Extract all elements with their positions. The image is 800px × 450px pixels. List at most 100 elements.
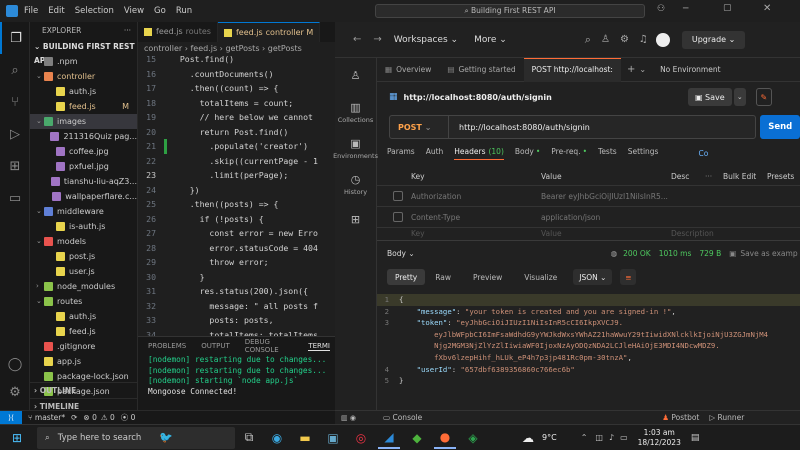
warning-count[interactable]: 0 (110, 413, 115, 422)
code-line[interactable]: 33 posts: posts, (138, 313, 335, 328)
req-tab-settings[interactable]: Settings (628, 147, 659, 159)
edit-icon[interactable]: ✎ (755, 88, 772, 106)
more-menu[interactable]: More ⌄ (474, 35, 507, 45)
invite-icon[interactable]: ♙ (601, 34, 610, 45)
view-pretty[interactable]: Pretty (387, 269, 426, 285)
file-item[interactable]: .gitignore (30, 339, 137, 354)
save-dropdown-icon[interactable]: ⌄ (733, 88, 746, 106)
code-lines[interactable]: 15 Post.find() 16 .countDocuments() 17 .th… (138, 52, 335, 336)
runner-button[interactable]: Runner (718, 413, 745, 422)
save-response-icon[interactable]: ▣ (729, 249, 736, 258)
mongodb-icon[interactable]: ◆ (406, 427, 428, 449)
maximize-icon[interactable]: ▢ (723, 3, 732, 13)
store-icon[interactable]: ▣ (322, 427, 344, 449)
copilot-icon[interactable]: ⚇ (657, 4, 665, 14)
windows-start-icon[interactable]: ⊞ (6, 427, 28, 449)
breadcrumb-item[interactable]: getPosts (268, 44, 302, 53)
task-view-icon[interactable]: ⧉ (238, 427, 260, 449)
menu-edit[interactable]: Edit (48, 6, 64, 16)
console-button[interactable]: Console (392, 413, 422, 422)
sidebar-apps[interactable]: ⊞ (335, 202, 376, 238)
taskbar-search[interactable]: ⌕ Type here to search 🐦 (37, 426, 235, 449)
row-checkbox[interactable] (393, 212, 403, 222)
value-placeholder[interactable]: Value (541, 228, 671, 238)
sidebar-environments[interactable]: ▣ Environments (333, 130, 378, 166)
tab-problems[interactable]: PROBLEMS (148, 342, 186, 350)
desc-placeholder[interactable]: Description (671, 228, 714, 238)
source-control-icon[interactable]: ⑂ (0, 86, 30, 118)
menu-file[interactable]: File (24, 6, 38, 16)
git-branch[interactable]: master* (35, 413, 65, 422)
view-raw[interactable]: Raw (435, 273, 451, 282)
file-item[interactable]: is-auth.js (30, 219, 137, 234)
menu-view[interactable]: View (124, 6, 144, 16)
format-select[interactable]: JSON ⌄ (573, 269, 613, 285)
code-line[interactable]: 34 totalItems: totalItems (138, 328, 335, 337)
req-tab-auth[interactable]: Auth (426, 147, 444, 159)
file-item[interactable]: feed.js (30, 324, 137, 339)
file-item[interactable]: user.js (30, 264, 137, 279)
edge-icon[interactable]: ◉ (266, 427, 288, 449)
row-checkbox[interactable] (393, 191, 403, 201)
folder-item[interactable]: ⌄ models (30, 234, 137, 249)
response-body-select[interactable]: Body ⌄ (387, 249, 415, 258)
settings-icon[interactable]: ⚙ (620, 34, 629, 45)
req-tab-params[interactable]: Params (387, 147, 415, 159)
code-line[interactable]: 26 if (!posts) { (138, 212, 335, 227)
code-line[interactable]: 30 } (138, 270, 335, 285)
folder-item[interactable]: ⌄ images (30, 114, 137, 129)
remote-explorer-icon[interactable]: ▭ (0, 182, 30, 214)
url-input[interactable]: http://localhost:8080/auth/signin (459, 123, 590, 132)
code-line[interactable]: 31 res.status(200).json({ (138, 284, 335, 299)
menu-run[interactable]: Run (176, 6, 192, 16)
code-line[interactable]: 22 .skip((currentPage - 1 (138, 154, 335, 169)
tab-feed-routes[interactable]: feed.js routes (138, 22, 218, 42)
chrome-icon[interactable]: ◎ (350, 427, 372, 449)
search-icon[interactable]: ⌕ (0, 54, 30, 86)
minimize-icon[interactable]: ─ (683, 4, 688, 14)
folder-item[interactable]: ⌄ controller (30, 69, 137, 84)
vscode-taskbar-icon[interactable]: ◢ (378, 427, 400, 449)
save-button[interactable]: ▣ Save (687, 88, 732, 106)
sidebar-user[interactable]: ♙ (335, 58, 376, 94)
upgrade-button[interactable]: Upgrade ⌄ (681, 30, 746, 49)
response-body[interactable]: 1{2 "message": "your token is created an… (377, 294, 800, 387)
code-line[interactable]: 27 const error = new Erro (138, 226, 335, 241)
code-line[interactable]: 24 }) (138, 183, 335, 198)
tab-active-request[interactable]: POST http://localhost: (523, 57, 621, 82)
tab-debug-console[interactable]: DEBUG CONSOLE (245, 338, 294, 354)
clock[interactable]: 1:03 am 18/12/2023 (638, 428, 681, 448)
nav-forward-icon[interactable]: → (373, 34, 381, 45)
code-line[interactable]: 23 .limit(perPage); (138, 168, 335, 183)
tab-getting-started[interactable]: ▤ Getting started (439, 58, 523, 82)
outline-section[interactable]: › OUTLINE (30, 382, 137, 398)
key-placeholder[interactable]: Key (411, 228, 541, 238)
tabs-dropdown-icon[interactable]: ⌄ (639, 65, 646, 74)
avatar[interactable] (655, 32, 670, 47)
view-preview[interactable]: Preview (473, 273, 502, 282)
req-tab-body[interactable]: Body • (515, 147, 540, 159)
folder-item[interactable]: ⌄ middleware (30, 204, 137, 219)
presets-link[interactable]: Presets (767, 168, 794, 185)
code-line[interactable]: 25 .then((posts) => { (138, 197, 335, 212)
search-icon[interactable]: ⌕ (585, 33, 591, 47)
code-line[interactable]: 28 error.statusCode = 404 (138, 241, 335, 256)
code-line[interactable]: 20 return Post.find() (138, 125, 335, 140)
code-line[interactable]: 19 // here below we cannot (138, 110, 335, 125)
app-icon[interactable]: ◈ (462, 427, 484, 449)
wrap-lines-icon[interactable]: ≡ (620, 269, 637, 285)
code-line[interactable]: 32 message: " all posts f (138, 299, 335, 314)
code-line[interactable]: 29 throw error; (138, 255, 335, 270)
folder-item[interactable]: › node_modules (30, 279, 137, 294)
run-debug-icon[interactable]: ▷ (0, 118, 30, 150)
req-tab-prereq[interactable]: Pre-req. • (551, 147, 587, 159)
code-line[interactable]: 17 .then((count) => { (138, 81, 335, 96)
file-item[interactable]: auth.js (30, 84, 137, 99)
req-tab-headers[interactable]: Headers (10) (454, 147, 504, 160)
cookies-link[interactable]: Co (698, 149, 708, 158)
explorer-icon[interactable]: ❐ (0, 22, 30, 54)
weather-icon[interactable]: ☁ (517, 427, 539, 449)
bulk-edit-link[interactable]: Bulk Edit (723, 168, 767, 185)
header-value[interactable]: application/json (541, 207, 681, 227)
close-icon[interactable]: ✕ (763, 3, 771, 14)
